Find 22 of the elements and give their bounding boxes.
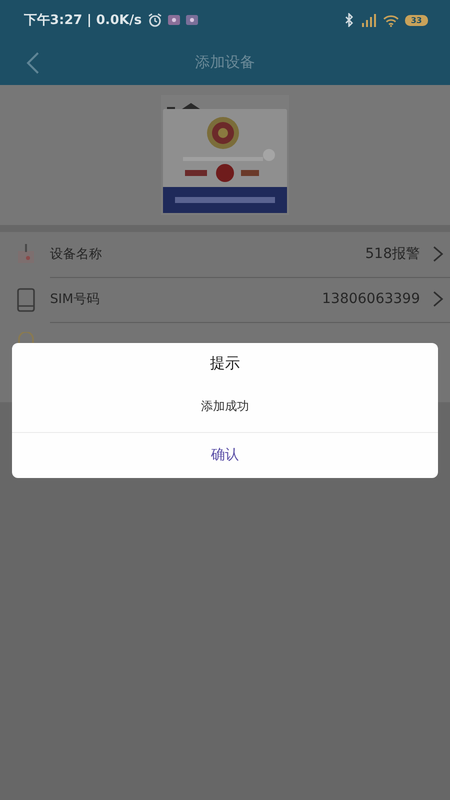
- alarm-icon: [148, 13, 162, 27]
- battery-icon: 33: [404, 14, 428, 26]
- app-icon: [186, 15, 198, 25]
- phone-icon: [16, 286, 36, 312]
- dialog-message: 添加成功: [201, 398, 249, 415]
- signal-icon: [360, 13, 377, 27]
- row-label: 设备名称: [50, 246, 103, 263]
- app-icon: [168, 15, 180, 25]
- clock: 下午3:27 | 0.0K/s: [24, 12, 142, 29]
- list-row[interactable]: 设备名称 518报警: [0, 232, 450, 277]
- row-label: SIM号码: [50, 291, 100, 308]
- back-icon: [26, 50, 40, 74]
- dialog-title: 提示: [210, 354, 240, 373]
- bluetooth-icon: [342, 13, 355, 27]
- row-value: 13806063399: [322, 291, 420, 307]
- confirm-button[interactable]: 确认: [191, 433, 259, 478]
- row-value: 518报警: [365, 245, 420, 263]
- chevron-icon: [432, 245, 444, 263]
- page-title: 添加设备: [195, 53, 255, 72]
- chevron-icon: [432, 290, 444, 308]
- wifi-icon: [382, 14, 399, 26]
- list-row[interactable]: SIM号码 13806063399: [0, 277, 450, 322]
